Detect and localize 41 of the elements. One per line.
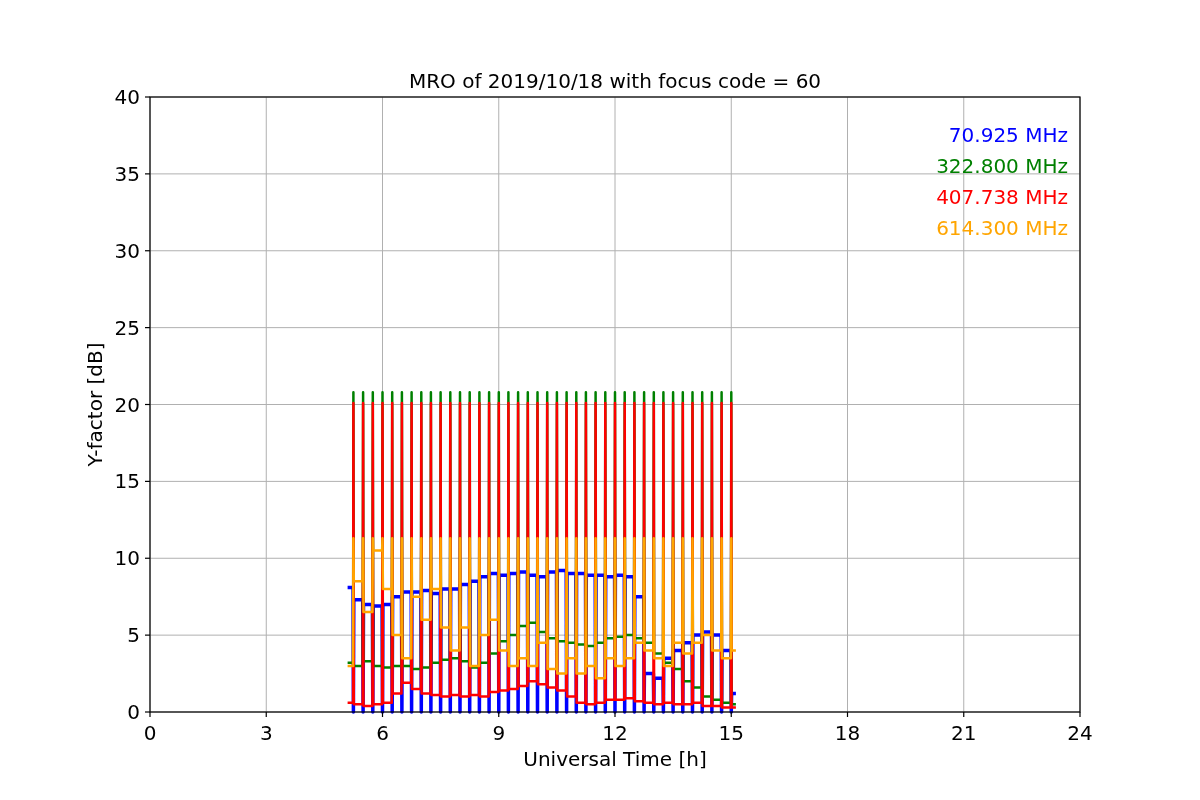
y-tick-label: 40 <box>114 85 140 109</box>
tick-mark <box>144 327 151 329</box>
tick-mark <box>144 480 151 482</box>
tick-mark <box>144 173 151 175</box>
y-tick-label: 35 <box>114 161 140 186</box>
x-axis-label: Universal Time [h] <box>523 747 707 771</box>
x-tick-label: 15 <box>718 721 744 745</box>
tick-mark <box>614 711 616 718</box>
tick-mark <box>498 711 500 718</box>
x-tick-label: 9 <box>492 721 506 745</box>
tick-mark <box>144 634 151 636</box>
x-tick-label: 12 <box>602 721 628 745</box>
tick-mark <box>144 96 151 98</box>
y-tick-label: 5 <box>127 623 140 648</box>
tick-mark <box>381 711 384 718</box>
tick-mark <box>144 557 151 559</box>
tick-mark <box>730 711 732 718</box>
chart-title: MRO of 2019/10/18 with focus code = 60 <box>408 69 822 93</box>
x-tick-label: 3 <box>259 721 273 745</box>
legend-label: 70.925 MHz <box>948 123 1068 147</box>
y-axis-label: Y-factor [dB] <box>83 342 107 467</box>
tick-mark <box>1079 711 1081 718</box>
legend-label: 614.300 MHz <box>936 216 1068 240</box>
y-tick-label: 25 <box>114 315 140 340</box>
tick-mark <box>144 250 151 252</box>
x-tick-label: 21 <box>951 721 977 745</box>
tick-mark <box>846 711 849 718</box>
y-tick-label: 0 <box>127 700 140 724</box>
x-tick-label: 6 <box>376 721 389 745</box>
y-tick-label: 15 <box>114 469 140 494</box>
legend-label: 322.800 MHz <box>936 154 1068 178</box>
x-tick-label: 0 <box>143 721 157 745</box>
x-tick-label: 18 <box>834 721 861 745</box>
y-tick-label: 10 <box>114 546 140 571</box>
y-tick-label: 30 <box>114 238 140 263</box>
legend-label: 407.738 MHz <box>936 185 1068 209</box>
y-tick-label: 20 <box>114 392 140 417</box>
x-tick-label: 24 <box>1067 721 1093 745</box>
tick-mark <box>963 711 965 718</box>
tick-mark <box>265 711 267 718</box>
tick-mark <box>144 403 151 406</box>
